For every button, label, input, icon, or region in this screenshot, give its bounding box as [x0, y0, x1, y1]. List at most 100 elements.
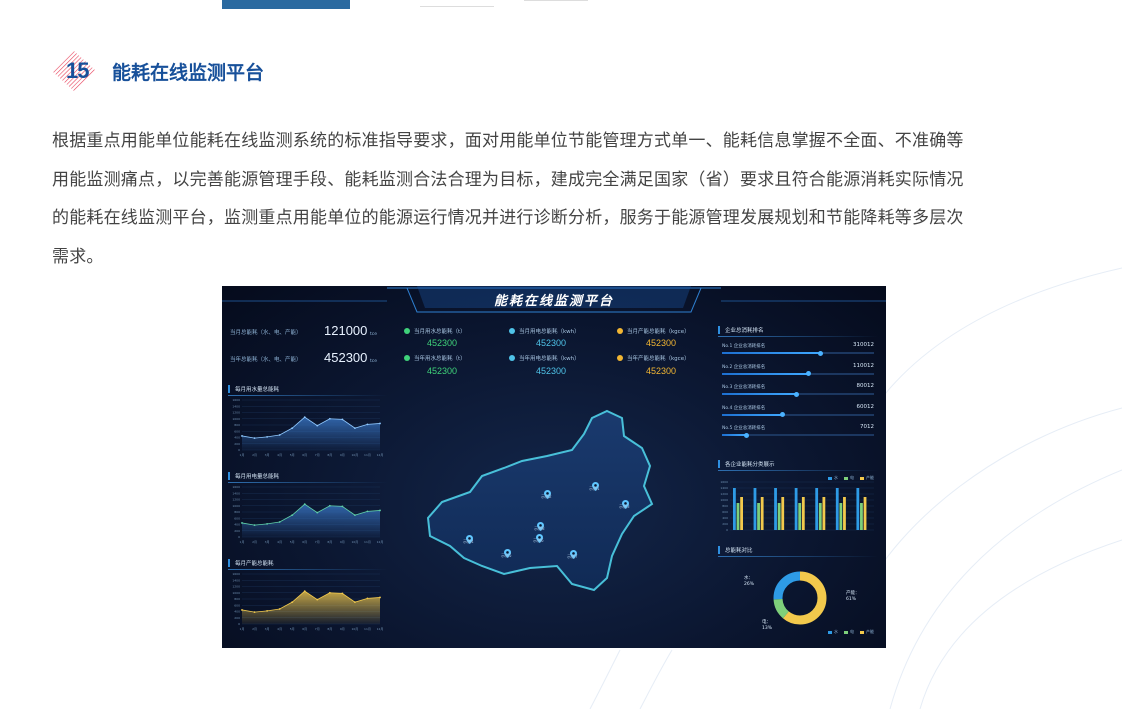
data-point [316, 598, 319, 601]
x-tick-label: 8月 [327, 453, 332, 457]
bar [757, 503, 760, 530]
y-tick-label: 1200 [232, 411, 240, 415]
rank-track [722, 412, 874, 417]
x-tick-label: 11月 [364, 453, 371, 457]
y-tick-label: 1200 [232, 585, 240, 589]
section-number-badge: 15 [50, 50, 100, 92]
bar [818, 503, 822, 530]
x-tick-label: 9月 [340, 453, 345, 457]
bar [760, 497, 764, 530]
x-tick-label: 8月 [327, 540, 332, 544]
map-pin-label: 示例8 [534, 526, 545, 531]
summary-unit: tce [370, 359, 378, 364]
x-tick-label: 3月 [265, 540, 270, 544]
bar [835, 488, 839, 530]
kpi-label: 当月用电总能耗（kwh） [519, 329, 580, 335]
rank-label: No.2 企业总消耗排名 [722, 364, 766, 370]
rank-fill [722, 372, 809, 375]
summary-value: 121000 [324, 323, 368, 338]
x-tick-label: 12月 [377, 453, 384, 457]
bar [794, 488, 798, 530]
rank-value: 80012 [856, 383, 875, 389]
x-tick-label: 1月 [240, 627, 245, 631]
data-point [354, 427, 356, 430]
electric-area-chart: 1600 1400 1200 1000 800 600 400 200 01月 2月 3月 4月 5月 6… [232, 485, 384, 544]
x-tick-label: 4月 [277, 627, 282, 631]
bar [733, 488, 736, 530]
data-point [366, 597, 369, 600]
data-point [303, 503, 306, 506]
rank-track [722, 391, 874, 397]
data-point [354, 601, 356, 604]
summary-value: 452300 [324, 350, 368, 365]
data-point [241, 435, 243, 437]
x-tick-label: 1月 [240, 540, 245, 544]
x-tick-label: 10月 [351, 453, 358, 457]
donut-label-capacity: 产能： 61% [846, 591, 860, 602]
data-point [241, 522, 243, 524]
data-point [328, 504, 331, 507]
paragraph-line: 的能耗在线监测平台，监测重点用能单位的能源运行情况并进行诊断分析，服务于能源管理… [52, 208, 964, 228]
bar [798, 503, 802, 530]
y-tick-label: 1000 [232, 504, 240, 508]
y-tick-label: 1600 [232, 398, 240, 402]
panel-header-ranking: 企业总消耗排名 [718, 325, 878, 337]
x-tick-label: 5月 [290, 627, 295, 631]
rank-track [722, 350, 874, 356]
y-tick-label: 1200 [232, 498, 240, 502]
panel-header-category: 各企业能耗分类展示 [718, 459, 878, 471]
data-point [291, 427, 294, 430]
x-tick-label: 12月 [377, 540, 384, 544]
summary-label: 当月总能耗（水、电、产能） [230, 330, 302, 336]
kpi-value: 452300 [646, 366, 677, 376]
map-pin-label: 示例4 [463, 539, 474, 544]
bar [740, 497, 743, 530]
x-tick-label: 6月 [302, 453, 307, 457]
y-tick-label: 800 [234, 597, 240, 601]
capacity-area-chart: 1600 1400 1200 1000 800 600 400 200 01月 2月 3月 4月 5月 6… [232, 572, 383, 631]
bar [801, 497, 805, 530]
bar [843, 497, 846, 530]
kpi-label: 当年用电总能耗（kwh） [519, 356, 580, 362]
rank-label: No.3 企业总消耗排名 [722, 385, 766, 390]
section-paragraph: 根据重点用能单位能耗在线监测系统的标准指导要求，面对用能单位节能管理方式单一、能… [52, 122, 1074, 276]
data-point [341, 505, 344, 508]
y-tick-label: 800 [234, 423, 240, 427]
map-pin-label: 示例6 [533, 538, 544, 543]
dashboard-title: 能耗在线监测平台 [493, 294, 614, 309]
rank-knob [743, 432, 749, 438]
x-tick-label: 5月 [290, 540, 295, 544]
kpi-value: 452300 [427, 366, 458, 376]
kpi-label: 当年产能总能耗（kgce） [627, 356, 690, 362]
x-tick-label: 4月 [277, 453, 282, 457]
y-tick-label: 600 [234, 603, 240, 607]
map-pin-icon [622, 494, 629, 509]
x-tick-label: 5月 [290, 453, 295, 457]
y-tick-label: 600 [234, 429, 240, 433]
rank-fill [722, 413, 783, 416]
legend-capacity: 产能 [860, 629, 874, 635]
data-point [266, 435, 268, 438]
bar [839, 503, 843, 530]
rank-knob [818, 350, 824, 356]
ratio-donut-chart [773, 571, 827, 625]
data-point [379, 422, 381, 425]
y-tick-label: 0 [238, 448, 240, 452]
y-tick-label: 1600 [232, 572, 240, 576]
data-point [241, 609, 243, 611]
kpi-value: 452300 [536, 338, 567, 348]
donut-label-water: 水： 26% [744, 576, 755, 587]
data-point [266, 522, 268, 525]
rank-track [722, 432, 874, 438]
data-point [303, 416, 306, 419]
summary-label: 当年总能耗（水、电、产能） [230, 357, 302, 363]
chevron-down-icon: ⌄ [338, 0, 347, 8]
data-point [303, 590, 306, 593]
electric-icon [509, 328, 515, 334]
y-tick-label: 1400 [232, 491, 240, 495]
map-pin-icon [504, 543, 511, 558]
rank-value: 7012 [860, 424, 874, 430]
rank-label: No.1 企业总消耗排名 [722, 344, 766, 349]
kpi-value: 452300 [646, 338, 677, 348]
rank-value: 60012 [856, 403, 875, 410]
